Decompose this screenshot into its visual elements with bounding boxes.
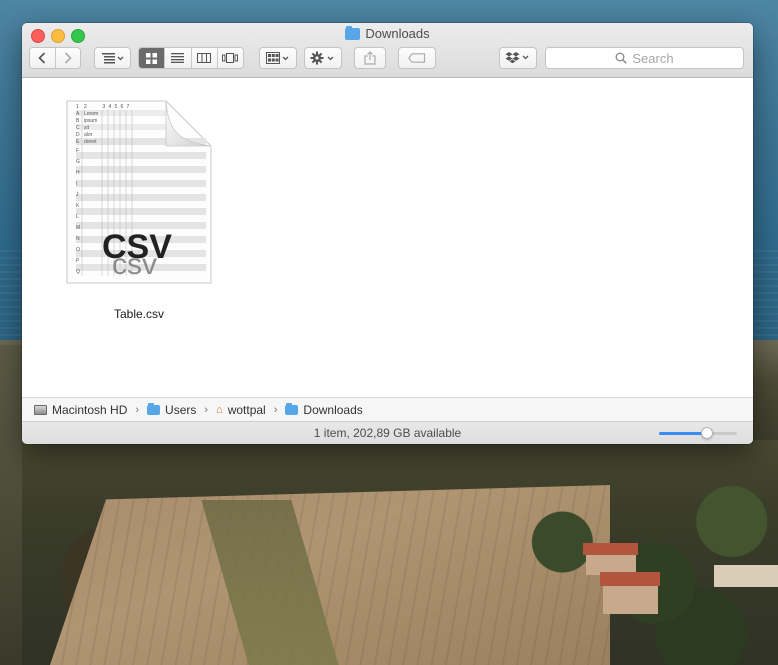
path-crumb-users[interactable]: Users [147,402,197,417]
window-title: Downloads [22,25,753,43]
chevron-left-icon [38,52,46,64]
gear-icon [310,51,334,65]
folder-icon [345,25,361,40]
back-button[interactable] [30,48,56,68]
csv-col-number: 4 [109,104,112,110]
csv-document-icon: 1 2 3 4 5 6 7 A B C D E F G H I J K L M … [66,100,212,284]
path-separator-icon: › [135,403,140,416]
home-icon: ⌂ [216,403,223,416]
search-placeholder: Search [632,50,674,66]
path-crumb-label: Users [165,402,197,417]
csv-col-number: 2 [84,104,87,110]
path-crumb-label: Downloads [303,402,363,417]
csv-cell: ipsum [84,118,97,124]
csv-col-number: 5 [115,104,118,110]
file-browser-area[interactable]: 1 2 3 4 5 6 7 A B C D E F G H I J K L M … [22,78,753,396]
path-separator-icon: › [204,403,209,416]
cover-flow-icon [222,53,239,63]
icon-grid-icon [146,52,158,64]
csv-file-icon[interactable]: 1 2 3 4 5 6 7 A B C D E F G H I J K L M … [64,98,214,286]
csv-row-letter: O [76,247,80,253]
csv-cell: donet [84,139,97,145]
csv-cell: sit [84,125,90,131]
back-forward-control [29,47,81,69]
path-bar: Macintosh HD › Users › ⌂ wottpal › Downl… [22,397,753,421]
dropbox-button[interactable] [499,47,537,69]
dropbox-icon [505,52,529,64]
csv-col-number: 3 [103,104,106,110]
titlebar: Downloads Search [22,23,753,78]
csv-row-letter: L [76,214,79,220]
csv-row-letter: N [76,236,80,242]
cover-flow-view-button[interactable] [217,48,243,68]
path-crumb-downloads[interactable]: Downloads [285,402,363,417]
folder-icon [147,402,161,415]
csv-row-letter: C [76,125,80,131]
path-crumb-home[interactable]: ⌂ wottpal [216,403,266,417]
tag-button[interactable] [398,47,436,69]
csv-row-letter: D [76,132,80,138]
view-mode-control [138,47,244,69]
hard-drive-icon [34,404,47,415]
search-field[interactable]: Search [545,47,744,69]
path-crumb-macintosh-hd[interactable]: Macintosh HD [34,403,127,417]
column-view-button[interactable] [191,48,218,68]
path-separator-icon: › [273,403,278,416]
icon-size-slider-fill [659,432,708,435]
list-arrange-icon [101,53,123,64]
csv-cell: Lorem [84,111,98,117]
window-title-text: Downloads [365,26,430,41]
group-button[interactable] [259,47,297,69]
status-bar: 1 item, 202,89 GB available [22,421,753,444]
csv-row-letter: H [76,170,80,176]
list-view-button[interactable] [165,48,192,68]
csv-col-number: 1 [76,104,79,110]
path-crumb-label: wottpal [227,402,266,417]
chevron-right-icon [64,52,72,64]
wallpaper-edge [0,345,22,665]
columns-icon [197,53,212,63]
group-grid-icon [266,52,289,64]
list-icon [171,53,185,63]
tag-icon [408,53,426,63]
share-button[interactable] [354,47,386,69]
search-icon [615,52,628,64]
csv-row-letter: I [76,181,77,187]
finder-window: Downloads Search 1 2 3 4 5 6 7 A B C D E… [22,23,753,444]
wallpaper-roof [600,572,660,586]
wallpaper-roof [583,543,638,555]
status-text: 1 item, 202,89 GB available [313,426,462,440]
icon-view-button[interactable] [139,48,166,68]
share-icon [364,51,376,65]
wallpaper-house [603,586,658,614]
action-button[interactable] [304,47,342,69]
csv-cell: alor [84,132,93,138]
arrange-button[interactable] [94,47,131,69]
wallpaper-house [714,565,778,587]
csv-row-letter: F [76,148,79,154]
path-crumb-label: Macintosh HD [52,402,128,417]
folder-icon [285,402,299,415]
csv-row-letter: Q [76,269,80,275]
icon-size-slider[interactable] [659,427,737,439]
csv-col-number: 7 [127,104,130,110]
csv-col-number: 6 [121,104,124,110]
file-name-label[interactable]: Table.csv [64,307,214,321]
forward-button[interactable] [55,48,80,68]
csv-badge-subtext: csv [112,248,157,281]
csv-row-letter: G [76,159,80,165]
csv-row-letter: M [76,225,80,231]
